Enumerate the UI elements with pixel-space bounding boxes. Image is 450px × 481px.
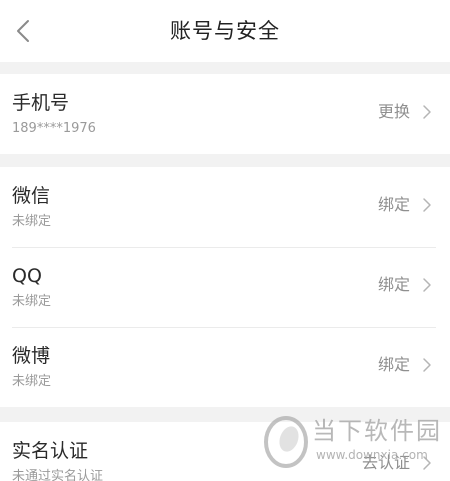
wechat-status: 未绑定 bbox=[12, 214, 52, 229]
bind-weibo-button[interactable]: 绑定 bbox=[378, 354, 410, 376]
realname-row[interactable]: 实名认证 未通过实名认证 去认证 bbox=[0, 422, 450, 481]
page-title: 账号与安全 bbox=[170, 19, 280, 43]
bind-wechat-button[interactable]: 绑定 bbox=[378, 194, 410, 216]
chevron-right-icon bbox=[423, 456, 431, 470]
verify-button[interactable]: 去认证 bbox=[362, 452, 410, 474]
chevron-right-icon bbox=[423, 198, 431, 212]
chevron-right-icon bbox=[423, 105, 431, 119]
verification-section: 实名认证 未通过实名认证 去认证 bbox=[0, 422, 450, 481]
header-bar: 账号与安全 bbox=[0, 0, 450, 62]
bind-qq-button[interactable]: 绑定 bbox=[378, 274, 410, 296]
qq-title: QQ bbox=[12, 265, 42, 287]
realname-status: 未通过实名认证 bbox=[12, 469, 104, 481]
wechat-row[interactable]: 微信 未绑定 绑定 bbox=[0, 167, 450, 247]
weibo-row[interactable]: 微博 未绑定 绑定 bbox=[0, 327, 450, 407]
binding-section: 微信 未绑定 绑定 QQ 未绑定 绑定 微博 未绑定 绑定 bbox=[0, 167, 450, 407]
change-phone-button[interactable]: 更换 bbox=[378, 101, 410, 123]
chevron-right-icon bbox=[423, 278, 431, 292]
phone-title: 手机号 bbox=[12, 92, 70, 114]
phone-number: 189****1976 bbox=[12, 121, 96, 136]
phone-row[interactable]: 手机号 189****1976 更换 bbox=[0, 74, 450, 154]
wechat-title: 微信 bbox=[12, 185, 51, 207]
qq-row[interactable]: QQ 未绑定 绑定 bbox=[0, 247, 450, 327]
qq-status: 未绑定 bbox=[12, 294, 52, 309]
realname-title: 实名认证 bbox=[12, 440, 89, 462]
weibo-title: 微博 bbox=[12, 345, 51, 367]
phone-section: 手机号 189****1976 更换 bbox=[0, 74, 450, 154]
weibo-status: 未绑定 bbox=[12, 374, 52, 389]
chevron-right-icon bbox=[423, 358, 431, 372]
account-security-screen: 账号与安全 手机号 189****1976 更换 微信 未绑定 绑定 QQ 未绑… bbox=[0, 0, 450, 481]
